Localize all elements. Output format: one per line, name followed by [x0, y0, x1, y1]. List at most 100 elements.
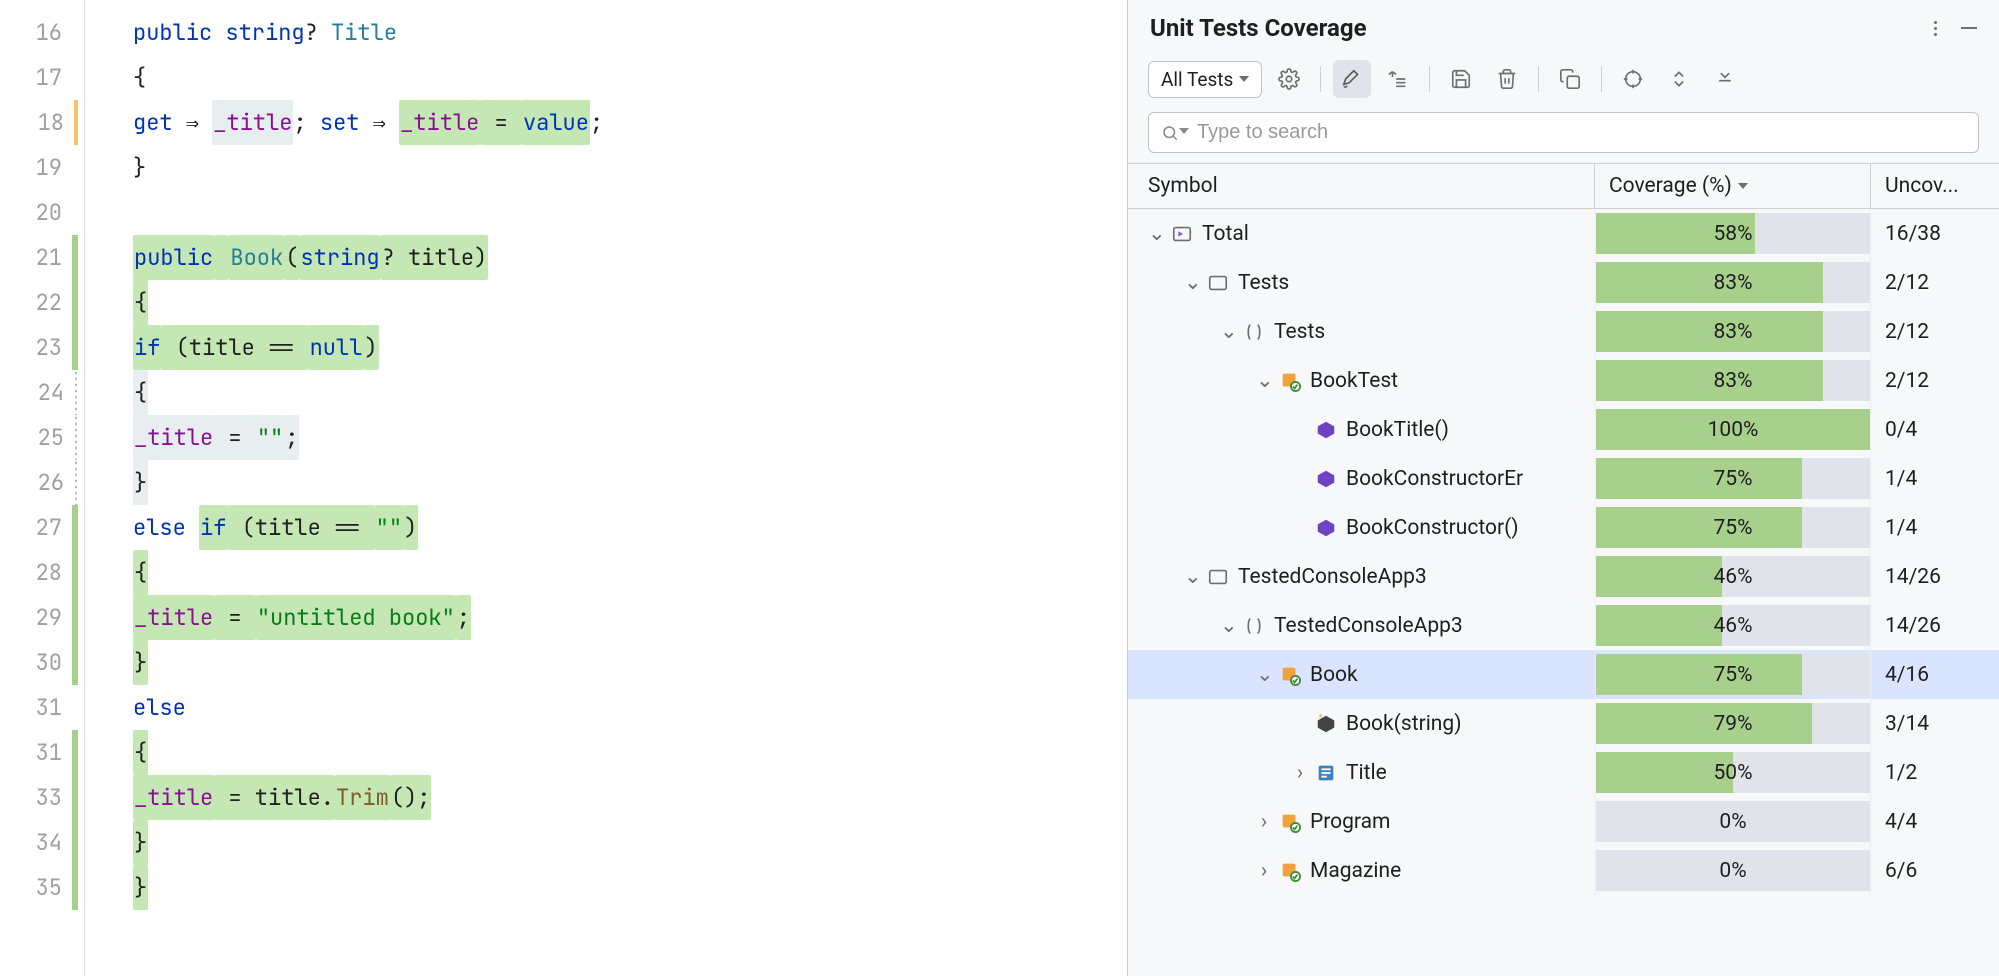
gutter-line: 31	[0, 685, 78, 730]
chevron-down-icon[interactable]: ⌄	[1148, 221, 1164, 246]
code-line[interactable]	[133, 190, 1127, 235]
code-line[interactable]: }	[133, 145, 1127, 190]
uncovered-count: 14/26	[1871, 565, 1999, 589]
solution-icon	[1170, 222, 1194, 246]
coverage-row[interactable]: BookConstructorEr75%1/4	[1128, 454, 1999, 503]
chevron-down-icon[interactable]: ⌄	[1220, 613, 1236, 638]
coverage-bar: 75%	[1595, 503, 1871, 552]
code-line[interactable]: _title = "";	[133, 415, 1127, 460]
coverage-row-label: Title	[1346, 761, 1387, 785]
coverage-row-label: Book	[1310, 663, 1358, 687]
coverage-row-label: Magazine	[1310, 859, 1401, 883]
column-coverage[interactable]: Coverage (%)	[1595, 164, 1871, 208]
coverage-bar: 75%	[1595, 650, 1871, 699]
project-icon	[1206, 565, 1230, 589]
column-uncovered[interactable]: Uncov...	[1871, 164, 1999, 208]
column-symbol[interactable]: Symbol	[1128, 164, 1595, 208]
code-line[interactable]: get ⇒ _title; set ⇒ _title = value;	[133, 100, 1127, 145]
coverage-row[interactable]: *Book(string)79%3/14	[1128, 699, 1999, 748]
coverage-row[interactable]: ⌄BookTest83%2/12	[1128, 356, 1999, 405]
editor-gutter: 1617181920212223242526272829303131333435	[0, 0, 85, 976]
coverage-row-label: Tests	[1238, 271, 1289, 295]
method-icon	[1314, 418, 1338, 442]
class-icon	[1278, 369, 1302, 393]
chevron-down-icon[interactable]: ⌄	[1256, 368, 1272, 393]
minimize-panel-icon[interactable]	[1961, 18, 1977, 38]
code-line[interactable]: _title = title.Trim();	[133, 775, 1127, 820]
code-line[interactable]: public string? Title	[133, 10, 1127, 55]
code-editor[interactable]: 1617181920212223242526272829303131333435…	[0, 0, 1127, 976]
locate-icon[interactable]	[1614, 60, 1652, 98]
coverage-row[interactable]: ⌄Total58%16/38	[1128, 209, 1999, 258]
code-line[interactable]: else	[133, 685, 1127, 730]
chevron-down-icon[interactable]: ⌄	[1184, 564, 1200, 589]
more-options-icon[interactable]	[1927, 18, 1943, 38]
code-line[interactable]: }	[133, 460, 1127, 505]
coverage-bar: 0%	[1595, 846, 1871, 895]
targets-filter[interactable]: All Tests	[1148, 61, 1262, 98]
save-snapshot-icon[interactable]	[1442, 60, 1480, 98]
gutter-line: 21	[0, 235, 78, 280]
coverage-row[interactable]: ⌄Book75%4/16	[1128, 650, 1999, 699]
code-line[interactable]: {	[133, 730, 1127, 775]
panel-header: Unit Tests Coverage	[1128, 0, 1999, 54]
coverage-tree[interactable]: ⌄Total58%16/38⌄Tests83%2/12⌄Tests83%2/12…	[1128, 209, 1999, 976]
gutter-line: 19	[0, 145, 78, 190]
code-line[interactable]: }	[133, 820, 1127, 865]
chevron-right-icon[interactable]: ›	[1256, 810, 1272, 834]
highlight-code-icon[interactable]	[1333, 60, 1371, 98]
coverage-row[interactable]: ⌄TestedConsoleApp346%14/26	[1128, 552, 1999, 601]
coverage-row[interactable]: ⌄Tests83%2/12	[1128, 307, 1999, 356]
coverage-row[interactable]: ›Program0%4/4	[1128, 797, 1999, 846]
code-line[interactable]: _title = "untitled book";	[133, 595, 1127, 640]
namespace-icon	[1242, 614, 1266, 638]
coverage-row[interactable]: BookConstructor() 75%1/4	[1128, 503, 1999, 552]
gutter-line: 25	[0, 415, 78, 460]
coverage-row-label: BookConstructor()	[1346, 516, 1519, 540]
copy-icon[interactable]	[1551, 60, 1589, 98]
collapse-all-icon[interactable]	[1706, 60, 1744, 98]
code-line[interactable]: {	[133, 280, 1127, 325]
code-line[interactable]: }	[133, 865, 1127, 910]
coverage-row-label: TestedConsoleApp3	[1274, 614, 1463, 638]
code-line[interactable]: {	[133, 370, 1127, 415]
project-icon	[1206, 271, 1230, 295]
chevron-right-icon[interactable]: ›	[1292, 761, 1308, 785]
code-line[interactable]: {	[133, 550, 1127, 595]
search-input-wrap[interactable]	[1148, 112, 1979, 153]
code-line[interactable]: {	[133, 55, 1127, 100]
coverage-row[interactable]: ⌄Tests83%2/12	[1128, 258, 1999, 307]
chevron-right-icon[interactable]: ›	[1256, 859, 1272, 883]
gutter-line: 27	[0, 505, 78, 550]
code-line[interactable]: if (title == null)	[133, 325, 1127, 370]
coverage-row[interactable]: ›Magazine0%6/6	[1128, 846, 1999, 895]
coverage-row[interactable]: BookTitle()100%0/4	[1128, 405, 1999, 454]
coverage-bar: 46%	[1595, 601, 1871, 650]
coverage-bar: 83%	[1595, 258, 1871, 307]
code-area[interactable]: public string? Title { get ⇒ _title; set…	[85, 0, 1127, 976]
chevron-down-icon[interactable]: ⌄	[1220, 319, 1236, 344]
coverage-bar: 0%	[1595, 797, 1871, 846]
code-line[interactable]: }	[133, 640, 1127, 685]
chevron-down-icon[interactable]: ⌄	[1184, 270, 1200, 295]
coverage-bar: 83%	[1595, 307, 1871, 356]
settings-icon[interactable]	[1270, 60, 1308, 98]
uncovered-count: 2/12	[1871, 320, 1999, 344]
gutter-line: 31	[0, 730, 78, 775]
coverage-bar: 50%	[1595, 748, 1871, 797]
navigate-icon[interactable]	[1379, 60, 1417, 98]
uncovered-count: 4/4	[1871, 810, 1999, 834]
coverage-row-label: BookTest	[1310, 369, 1398, 393]
chevron-down-icon[interactable]: ⌄	[1256, 662, 1272, 687]
coverage-row[interactable]: ›Title50%1/2	[1128, 748, 1999, 797]
search-input[interactable]	[1197, 121, 1966, 144]
code-line[interactable]: else if (title == "")	[133, 505, 1127, 550]
gutter-line: 29	[0, 595, 78, 640]
search-dropdown-icon[interactable]	[1179, 128, 1189, 138]
uncovered-count: 1/4	[1871, 516, 1999, 540]
coverage-row[interactable]: ⌄TestedConsoleApp346%14/26	[1128, 601, 1999, 650]
delete-icon[interactable]	[1488, 60, 1526, 98]
code-line[interactable]: public Book(string? title)	[133, 235, 1127, 280]
expand-collapse-icon[interactable]	[1660, 60, 1698, 98]
coverage-bar: 75%	[1595, 454, 1871, 503]
